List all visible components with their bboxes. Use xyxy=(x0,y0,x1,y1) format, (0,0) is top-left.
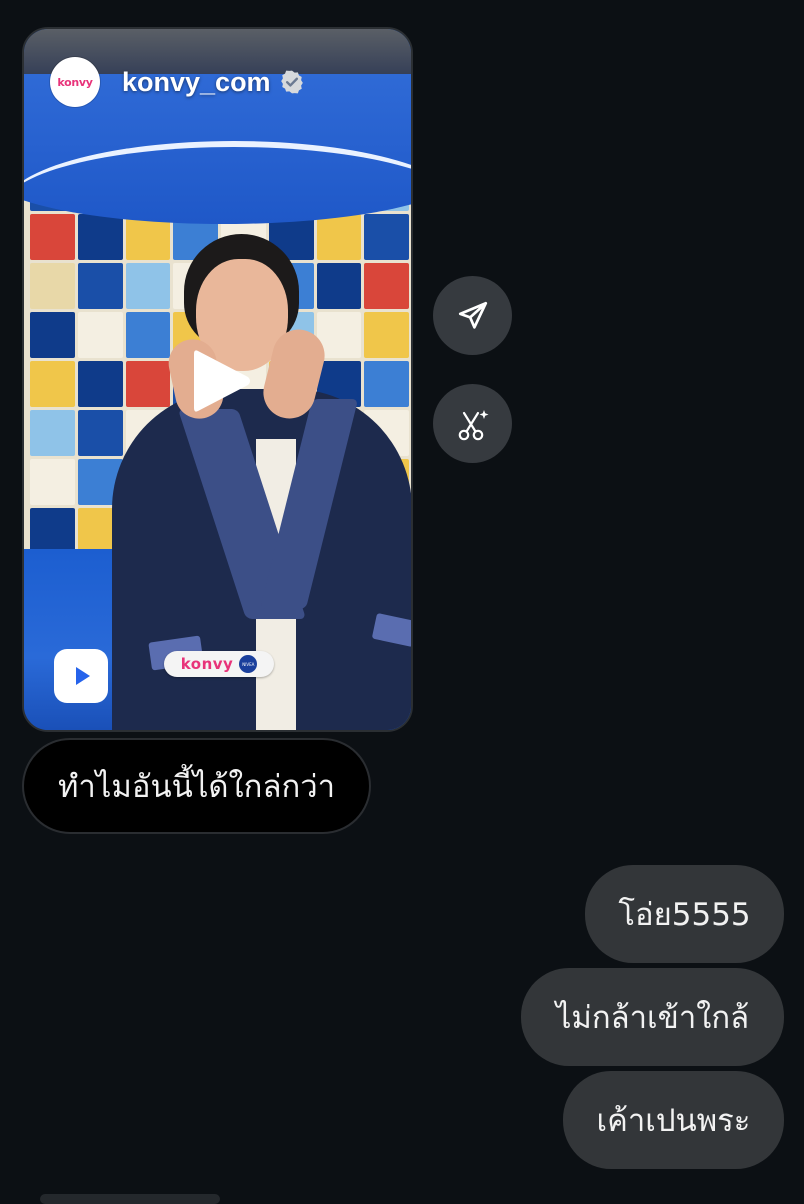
message-text: ไม่กล้าเข้าใกล้ xyxy=(555,1000,750,1036)
ai-edit-button[interactable] xyxy=(433,384,512,463)
sent-message-bubble[interactable]: ไม่กล้าเข้าใกล้ xyxy=(521,968,784,1066)
sent-message-bubble[interactable]: โอ่ย5555 xyxy=(585,865,784,963)
nivea-logo: NIVEA xyxy=(239,655,258,673)
sent-message-bubble[interactable]: เค้าเปนพระ xyxy=(563,1071,784,1169)
reels-icon xyxy=(54,649,108,703)
message-text: เค้าเปนพระ xyxy=(596,1103,751,1139)
paper-plane-share-icon xyxy=(458,301,487,329)
brand-badge: konvy NIVEA xyxy=(164,651,274,677)
scissors-sparkle-icon xyxy=(458,409,488,440)
play-icon[interactable] xyxy=(190,345,254,417)
next-message-peek xyxy=(40,1194,220,1204)
reel-header[interactable]: konvy konvy_com xyxy=(50,57,305,107)
shared-reel-card[interactable]: konvy konvy_com konvy NIVEA xyxy=(22,27,413,732)
message-text: โอ่ย5555 xyxy=(618,897,751,933)
username-row[interactable]: konvy_com xyxy=(122,67,305,98)
verified-badge-icon xyxy=(280,70,303,94)
share-button[interactable] xyxy=(433,276,512,355)
brand-badge-text: konvy xyxy=(180,655,234,673)
username[interactable]: konvy_com xyxy=(122,67,271,98)
message-text: ทำไมอันนี้ได้ใกล่กว่า xyxy=(57,769,336,805)
received-message-bubble[interactable]: ทำไมอันนี้ได้ใกล่กว่า xyxy=(22,738,371,834)
avatar[interactable]: konvy xyxy=(50,57,100,107)
avatar-logo-text: konvy xyxy=(57,75,93,89)
